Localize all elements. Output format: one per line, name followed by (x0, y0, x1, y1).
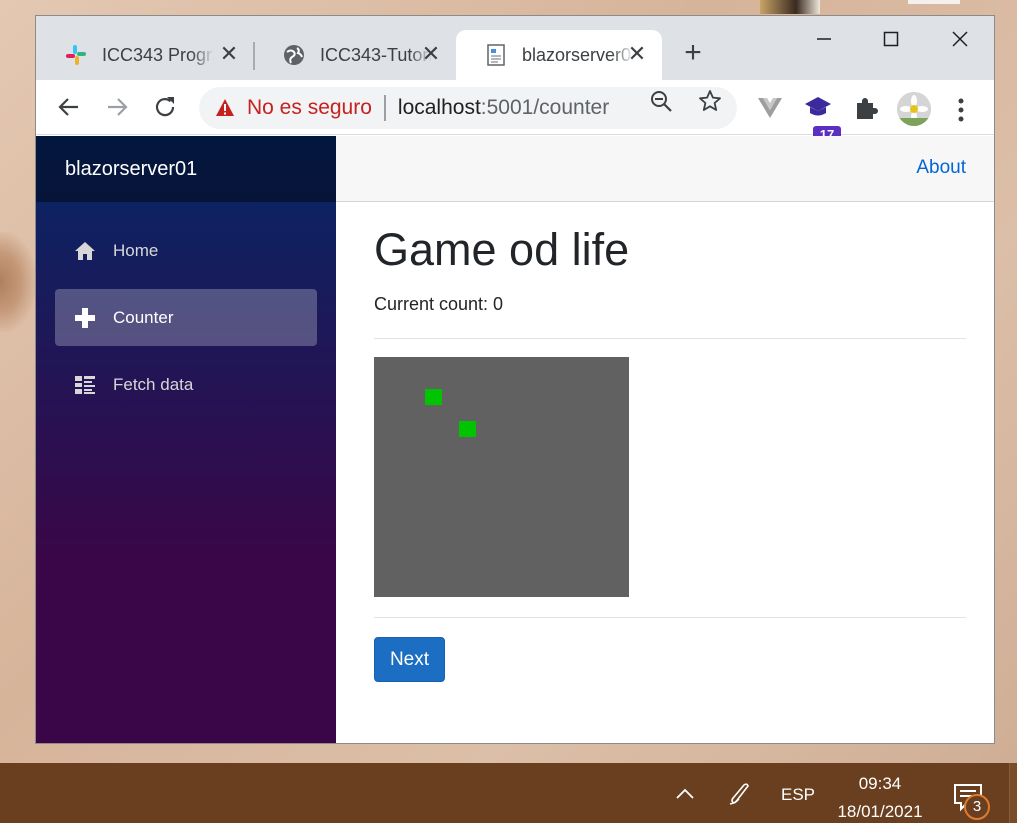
maximize-icon[interactable] (868, 26, 914, 56)
tab-icc343-programacion[interactable]: ICC343 Programación ✕ (36, 30, 254, 80)
tab-strip: ICC343 Programación ✕ ICC343-Tutorial ✕ … (36, 16, 994, 80)
url-path: :5001/counter (480, 96, 610, 119)
slack-icon (66, 45, 86, 65)
live-cell (459, 421, 476, 437)
close-icon[interactable]: ✕ (420, 43, 442, 65)
clock-date: 18/01/2021 (837, 802, 923, 821)
document-icon (487, 44, 505, 66)
nav-item-label: Home (113, 240, 159, 260)
tab-icc343-tutorial[interactable]: ICC343-Tutorial ✕ (254, 30, 456, 80)
show-desktop-button[interactable] (1009, 763, 1017, 823)
tab-title: ICC343 Programación (102, 44, 214, 65)
chevron-up-icon[interactable] (672, 781, 698, 807)
notification-count-badge: 3 (964, 794, 990, 820)
divider (374, 338, 966, 339)
blazor-app: blazorserver01 Home Counter Fetch data A… (36, 136, 994, 743)
tab-title: blazorserver01 (522, 44, 634, 65)
menu-kebab-icon[interactable] (951, 96, 971, 124)
browser-toolbar: No es seguro localhost:5001/counter 17 (36, 80, 994, 144)
nav-item-label: Counter (113, 307, 174, 327)
list-icon (75, 375, 95, 394)
sidebar: blazorserver01 Home Counter Fetch data (36, 136, 336, 743)
graduation-cap-icon[interactable] (804, 94, 832, 122)
address-separator (383, 95, 386, 121)
new-tab-button[interactable]: + (681, 38, 705, 68)
forward-arrow-icon[interactable] (102, 92, 132, 122)
vue-devtools-icon[interactable] (756, 94, 784, 122)
security-warning-text[interactable]: No es seguro (247, 96, 372, 120)
nav-item-fetch-data[interactable]: Fetch data (55, 356, 317, 413)
nav-item-home[interactable]: Home (55, 222, 317, 279)
desktop-artwork-corner (760, 0, 820, 14)
window-close-icon[interactable] (937, 26, 983, 56)
globe-icon (284, 45, 304, 65)
close-icon[interactable]: ✕ (218, 43, 240, 65)
close-icon[interactable]: ✕ (626, 43, 648, 65)
top-row: About (336, 136, 994, 202)
plus-icon (75, 307, 95, 328)
clock-time: 09:34 (858, 774, 902, 793)
bookmark-star-icon[interactable] (698, 89, 722, 113)
back-arrow-icon[interactable] (54, 92, 84, 122)
about-link[interactable]: About (916, 157, 966, 179)
minimize-icon[interactable] (800, 26, 846, 56)
pen-icon[interactable] (726, 779, 752, 807)
live-cell (425, 389, 442, 405)
game-board[interactable] (374, 357, 629, 597)
profile-avatar[interactable] (897, 92, 931, 126)
warning-icon (216, 99, 234, 116)
main-content: Game od life Current count: 0 Next (374, 202, 966, 743)
app-brand[interactable]: blazorserver01 (36, 136, 336, 202)
tab-blazorserver01[interactable]: blazorserver01 ✕ (456, 30, 662, 80)
divider (374, 617, 966, 618)
home-icon (75, 241, 95, 260)
nav-item-counter[interactable]: Counter (55, 289, 317, 346)
daisy-avatar-icon (897, 92, 931, 126)
reload-icon[interactable] (150, 92, 180, 122)
current-count: Current count: 0 (374, 294, 504, 314)
zoom-icon[interactable] (649, 89, 673, 113)
next-button[interactable]: Next (374, 637, 445, 682)
clock[interactable]: 09:34 18/01/2021 (832, 770, 928, 823)
desktop-artwork-edge (908, 0, 960, 4)
taskbar: ESP 09:34 18/01/2021 (0, 763, 1017, 823)
url-host: localhost (397, 96, 481, 119)
page-title: Game od life (374, 224, 630, 275)
desktop-artwork (0, 232, 36, 332)
language-indicator[interactable]: ESP (781, 785, 815, 805)
extensions-puzzle-icon[interactable] (852, 94, 880, 122)
browser-window: ICC343 Programación ✕ ICC343-Tutorial ✕ … (35, 15, 995, 744)
nav-item-label: Fetch data (113, 374, 194, 394)
tab-title: ICC343-Tutorial (320, 44, 432, 65)
